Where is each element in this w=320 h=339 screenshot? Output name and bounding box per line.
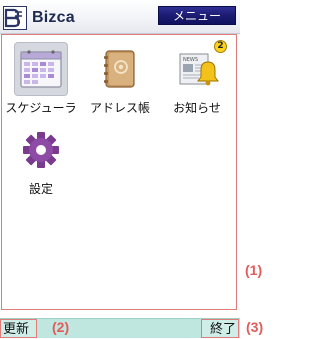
app-grid: スケジューラ アドレス帳 NEWS 2 お知らせ 設定 <box>1 34 237 310</box>
app-label-scheduler: スケジューラ <box>5 101 77 115</box>
app-label-news: お知らせ <box>173 101 221 115</box>
annotation-left-key: (2) <box>52 319 70 335</box>
softkey-bar: 更新 終了 <box>0 318 240 338</box>
gear-icon <box>14 123 68 177</box>
app-label-address-book: アドレス帳 <box>89 101 150 115</box>
news-count-badge: 2 <box>214 40 227 53</box>
app-label-settings: 設定 <box>28 182 53 196</box>
app-tile-scheduler[interactable]: スケジューラ <box>3 38 79 116</box>
calendar-icon <box>14 42 68 96</box>
annotation-right-key: (3) <box>246 319 264 335</box>
app-tile-settings[interactable]: 設定 <box>3 119 79 197</box>
refresh-softkey[interactable]: 更新 <box>0 319 37 338</box>
app-tile-news[interactable]: NEWS 2 お知らせ <box>159 38 235 116</box>
annotation-content: (1) <box>245 262 263 278</box>
news-icon-text: NEWS <box>183 57 198 63</box>
phone-screen: Bizca メニュー スケジューラ アドレス帳 NEWS 2 お知らせ 設定 (… <box>0 0 270 339</box>
title-bar: Bizca メニュー <box>0 0 240 34</box>
exit-softkey[interactable]: 終了 <box>201 319 239 338</box>
app-brand: Bizca <box>32 9 75 26</box>
bizca-logo-icon <box>3 6 27 30</box>
address-book-icon <box>93 42 147 96</box>
menu-button[interactable]: メニュー <box>158 6 236 25</box>
app-tile-address-book[interactable]: アドレス帳 <box>82 38 158 116</box>
